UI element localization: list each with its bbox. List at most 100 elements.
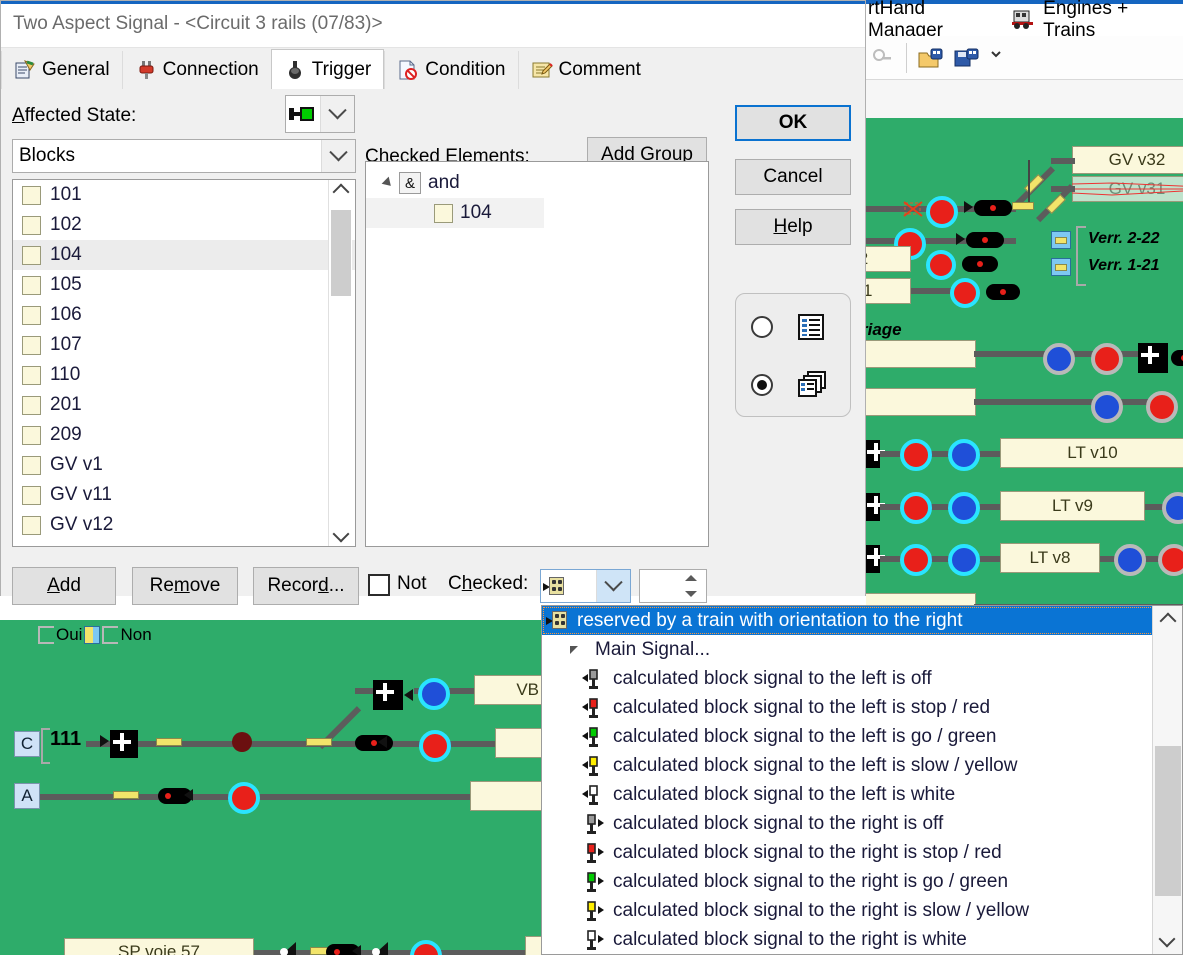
dropdown-item[interactable]: calculated block signal to the left is w… (542, 780, 1182, 809)
save-train-icon[interactable] (953, 46, 979, 70)
tab-connection[interactable]: Connection (121, 51, 271, 89)
spinner-up-icon[interactable] (676, 570, 706, 586)
checked-count-spinner[interactable] (639, 569, 707, 603)
track-label-sp-voie-57[interactable]: SP voie 57 (64, 938, 254, 955)
signal-red[interactable] (900, 544, 932, 576)
block-indicator[interactable] (974, 200, 1012, 216)
signal-red[interactable] (1146, 391, 1178, 423)
track-label-blank-2[interactable] (866, 388, 976, 416)
dropdown-scroll-up-arrow-icon[interactable] (1153, 606, 1182, 636)
cascade-view-icon[interactable] (796, 370, 828, 405)
track-tag-a[interactable]: A (14, 783, 40, 809)
signal-blue[interactable] (1091, 391, 1123, 423)
disabled-element-icon[interactable] (902, 198, 924, 220)
dropdown-rows[interactable]: reserved by a train with orientation to … (542, 606, 1182, 954)
tab-comment[interactable]: Comment (517, 51, 653, 89)
tree-child-row[interactable]: 104 (366, 198, 544, 228)
element-checkbox-icon[interactable] (22, 335, 41, 355)
verr-toggle-1-21[interactable] (1051, 258, 1071, 276)
signal-red[interactable] (410, 940, 442, 955)
element-list-item[interactable]: 102 (13, 210, 355, 240)
turnout-icon[interactable] (276, 938, 302, 955)
spinner-down-icon[interactable] (676, 586, 706, 602)
signal-blue[interactable] (418, 678, 450, 710)
tree-root-row[interactable]: & and (366, 168, 708, 198)
add-button[interactable]: Add (12, 567, 116, 605)
element-list-rows[interactable]: 101 102 104 105 106 107 110 201 209 GV v1 GV v11 GV… (13, 180, 355, 546)
element-list-item[interactable]: 101 (13, 180, 355, 210)
dropdown-item[interactable]: calculated block signal to the right is … (542, 838, 1182, 867)
track-label-blank-1[interactable] (866, 340, 976, 368)
track-label-lt-v8[interactable]: LT v8 (1000, 543, 1100, 573)
element-checkbox-icon[interactable] (22, 485, 41, 505)
overflow-chevron-icon[interactable] (989, 46, 1003, 70)
signal-red[interactable] (950, 278, 980, 308)
checked-value-combo[interactable] (540, 569, 631, 603)
element-list-item[interactable]: 105 (13, 270, 355, 300)
element-checkbox-icon[interactable] (22, 365, 41, 385)
track-label-lt-v9[interactable]: LT v9 (1000, 491, 1145, 521)
buffer-icon[interactable] (866, 493, 885, 521)
dropdown-item[interactable]: calculated block signal to the left is s… (542, 693, 1182, 722)
cancel-button[interactable]: Cancel (735, 159, 851, 195)
signal-red[interactable] (1091, 343, 1123, 375)
occupied-dot[interactable] (232, 732, 252, 752)
remove-button[interactable]: Re m ove (132, 567, 238, 605)
dropdown-item[interactable]: calculated block signal to the left is g… (542, 722, 1182, 751)
element-checkbox-icon[interactable] (22, 545, 41, 546)
scroll-up-arrow-icon[interactable] (329, 180, 352, 204)
list-view-icon[interactable] (796, 312, 826, 347)
block-indicator[interactable] (1171, 350, 1183, 366)
element-type-combo[interactable]: Blocks (12, 139, 356, 173)
element-checkbox-icon[interactable] (22, 245, 41, 265)
element-checkbox-icon[interactable] (22, 215, 41, 235)
element-list-item[interactable]: 106 (13, 300, 355, 330)
signal-red[interactable] (1158, 544, 1183, 576)
buffer-icon[interactable] (866, 545, 885, 573)
record-button[interactable]: Recor d... (253, 567, 359, 605)
oui-checkbox[interactable] (38, 626, 54, 644)
affected-state-chevron-down-icon[interactable] (320, 96, 354, 132)
buffer-icon[interactable] (866, 440, 885, 468)
scroll-thumb[interactable] (331, 210, 351, 296)
element-list-item[interactable]: GV v11 (13, 480, 355, 510)
scroll-down-arrow-icon[interactable] (329, 522, 353, 546)
block-indicator[interactable] (966, 232, 1004, 248)
track-label-gv-v32[interactable]: GV v32 (1072, 146, 1183, 174)
element-checkbox-icon[interactable] (22, 455, 41, 475)
dialog-tabstrip[interactable]: General Connection Trigger Condition Com… (1, 49, 865, 90)
block-indicator[interactable] (986, 284, 1020, 300)
dropdown-item[interactable]: calculated block signal to the right is … (542, 925, 1182, 954)
crossing-icon[interactable] (1138, 343, 1168, 373)
non-checkbox[interactable] (102, 626, 119, 644)
not-checkbox[interactable] (368, 574, 390, 596)
toggle-indicator[interactable] (84, 626, 101, 644)
crossing-icon[interactable] (373, 680, 403, 710)
element-list-item[interactable]: GV v12 (13, 510, 355, 540)
signal-blue[interactable] (1114, 544, 1146, 576)
dropdown-item[interactable]: calculated block signal to the right is … (542, 809, 1182, 838)
track-label-111[interactable]: 111 (50, 728, 81, 751)
dropdown-scroll-down-arrow-icon[interactable] (1153, 924, 1181, 954)
element-list-item[interactable]: 201 (13, 390, 355, 420)
signal-blue[interactable] (948, 492, 980, 524)
element-checkbox-icon[interactable] (22, 395, 41, 415)
element-checkbox-icon[interactable] (22, 515, 41, 535)
signal-red[interactable] (900, 492, 932, 524)
oui-non-toggle[interactable]: Oui Non (38, 625, 152, 645)
element-checkbox-icon[interactable] (22, 185, 41, 205)
signal-blue[interactable] (948, 544, 980, 576)
track-tag-c[interactable]: C (14, 731, 40, 757)
tab-condition[interactable]: Condition (384, 51, 517, 89)
element-list-item[interactable]: 110 (13, 360, 355, 390)
element-type-chevron-down-icon[interactable] (321, 140, 355, 172)
key-icon[interactable] (870, 46, 896, 70)
checked-value-dropdown-list[interactable]: reserved by a train with orientation to … (541, 605, 1183, 955)
signal-red[interactable] (228, 782, 260, 814)
tree-expander-icon[interactable] (381, 176, 395, 190)
view-mode-multi-radio[interactable] (751, 374, 773, 396)
signal-red[interactable] (900, 439, 932, 471)
view-mode-single-radio[interactable] (751, 316, 773, 338)
crossing-icon[interactable] (110, 730, 138, 758)
affected-state-combo[interactable] (285, 95, 355, 133)
